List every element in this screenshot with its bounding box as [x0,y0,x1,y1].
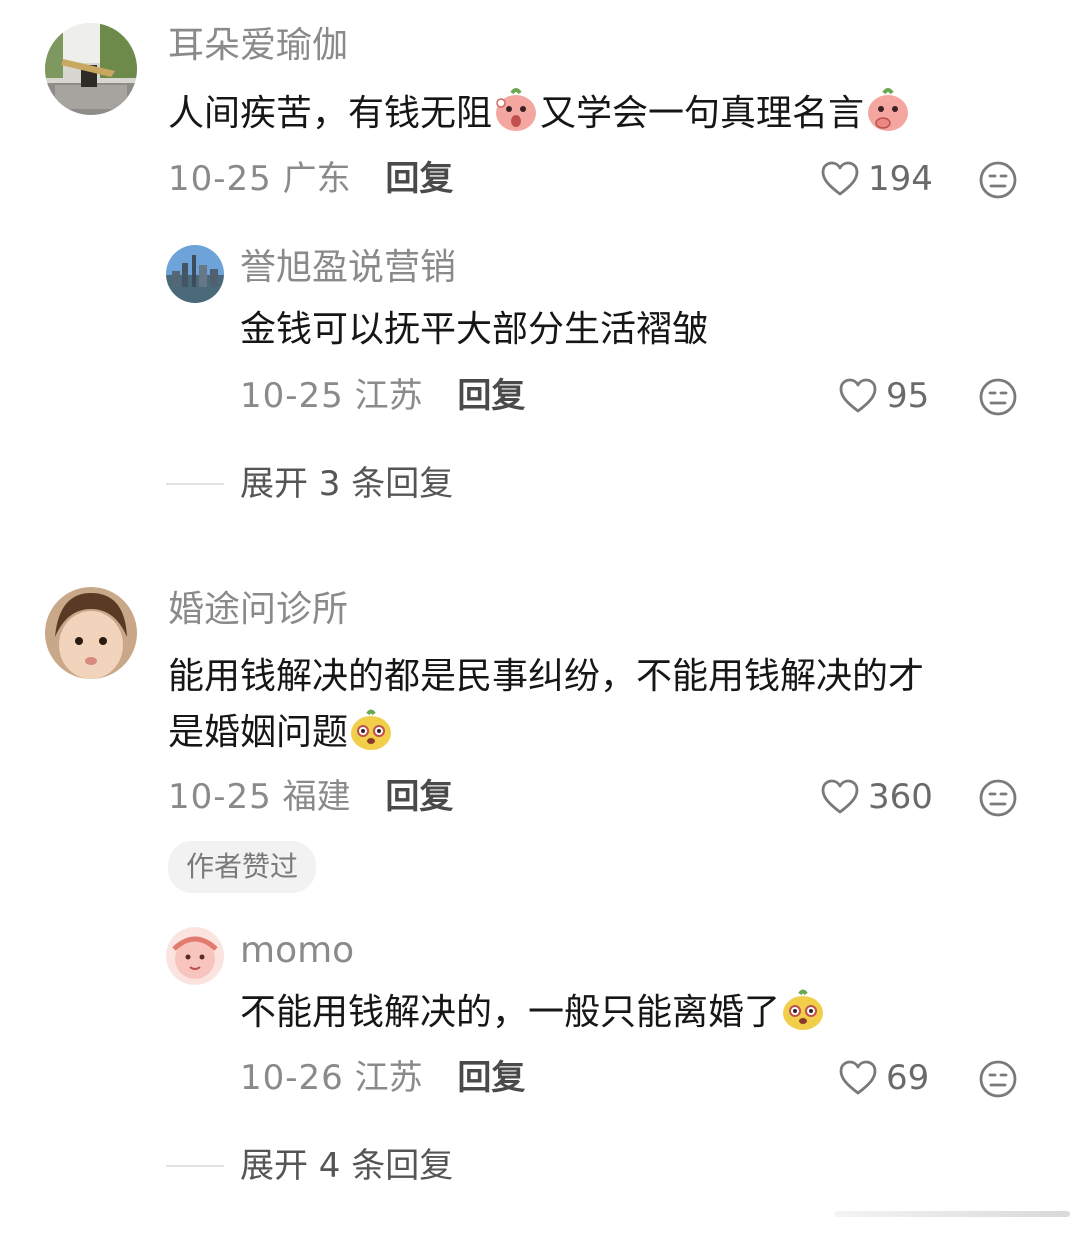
yellow-doge-emoji [780,986,826,1049]
reply-text-line: 金钱可以抚平大部分生活褶皱 [240,309,709,350]
like-button[interactable]: 360 [820,778,933,816]
comment-date: 10-25 [168,159,272,199]
comment-username[interactable]: 耳朵爱瑜伽 [168,28,348,64]
neutral-face-icon[interactable] [978,377,1018,417]
reply-button[interactable]: 回复 [385,159,453,199]
reply-username[interactable]: 誉旭盈说营销 [240,250,456,286]
comment-text-line-2: 是婚姻问题 [168,712,349,753]
like-count: 360 [868,777,933,817]
reply-text: 不能用钱解决的，一般只能离婚了 [240,985,826,1041]
pig-wow-emoji [492,85,540,150]
yellow-doge-emoji [348,706,394,769]
expand-divider [166,483,224,485]
scrollbar[interactable] [834,1211,1070,1217]
comment-region: 广东 [282,159,351,199]
neutral-face-icon[interactable] [978,160,1018,200]
comment-date: 10-25 [168,777,272,817]
neutral-face-icon[interactable] [978,778,1018,818]
expand-replies-button[interactable]: 展开 3 条回复 [166,467,453,501]
heart-outline-icon [839,1060,877,1095]
reply-meta: 10-25 江苏 回复 [240,379,525,413]
like-button[interactable]: 69 [838,1059,929,1097]
reply-text-line: 不能用钱解决的，一般只能离婚了 [240,992,781,1033]
comment-text-part-1: 人间疾苦，有钱无阻 [168,93,493,134]
avatar-user-2[interactable] [45,587,137,679]
reply-button[interactable]: 回复 [457,1058,525,1098]
reply-button[interactable]: 回复 [385,777,453,817]
heart-outline-icon [821,779,859,814]
pig-think-emoji [864,85,912,150]
reply-button[interactable]: 回复 [457,376,525,416]
neutral-face-icon[interactable] [978,1059,1018,1099]
comment-region: 福建 [282,777,351,817]
expand-divider [166,1165,224,1167]
reply-date: 10-26 [240,1058,344,1098]
comment-text: 人间疾苦，有钱无阻 又学会一句真理名言 [168,85,912,141]
avatar-reply-1[interactable] [166,245,224,303]
comment-text: 能用钱解决的都是民事纠纷，不能用钱解决的才 是婚姻问题 [168,649,924,761]
avatar-reply-2[interactable] [166,927,224,985]
comment-text-line-1: 能用钱解决的都是民事纠纷，不能用钱解决的才 [168,656,925,697]
comment-text-part-2: 又学会一句真理名言 [540,93,865,134]
reply-username[interactable]: momo [240,933,354,969]
reply-meta: 10-26 江苏 回复 [240,1061,525,1095]
reply-region: 江苏 [354,1058,423,1098]
expand-label: 展开 4 条回复 [240,1146,454,1186]
author-liked-badge: 作者赞过 [168,841,317,893]
reply-date: 10-25 [240,376,344,416]
comment-username[interactable]: 婚途问诊所 [168,592,348,628]
reply-text: 金钱可以抚平大部分生活褶皱 [240,302,708,358]
like-count: 95 [886,376,930,416]
heart-outline-icon [821,161,859,196]
comment-meta: 10-25 广东 回复 [168,162,453,196]
like-count: 194 [868,159,933,199]
like-button[interactable]: 194 [820,160,933,198]
avatar-user-1[interactable] [45,23,137,115]
expand-label: 展开 3 条回复 [240,464,454,504]
reply-region: 江苏 [354,376,423,416]
expand-replies-button[interactable]: 展开 4 条回复 [166,1149,453,1183]
heart-outline-icon [839,378,877,413]
comment-meta: 10-25 福建 回复 [168,780,453,814]
like-button[interactable]: 95 [838,377,929,415]
like-count: 69 [886,1058,930,1098]
